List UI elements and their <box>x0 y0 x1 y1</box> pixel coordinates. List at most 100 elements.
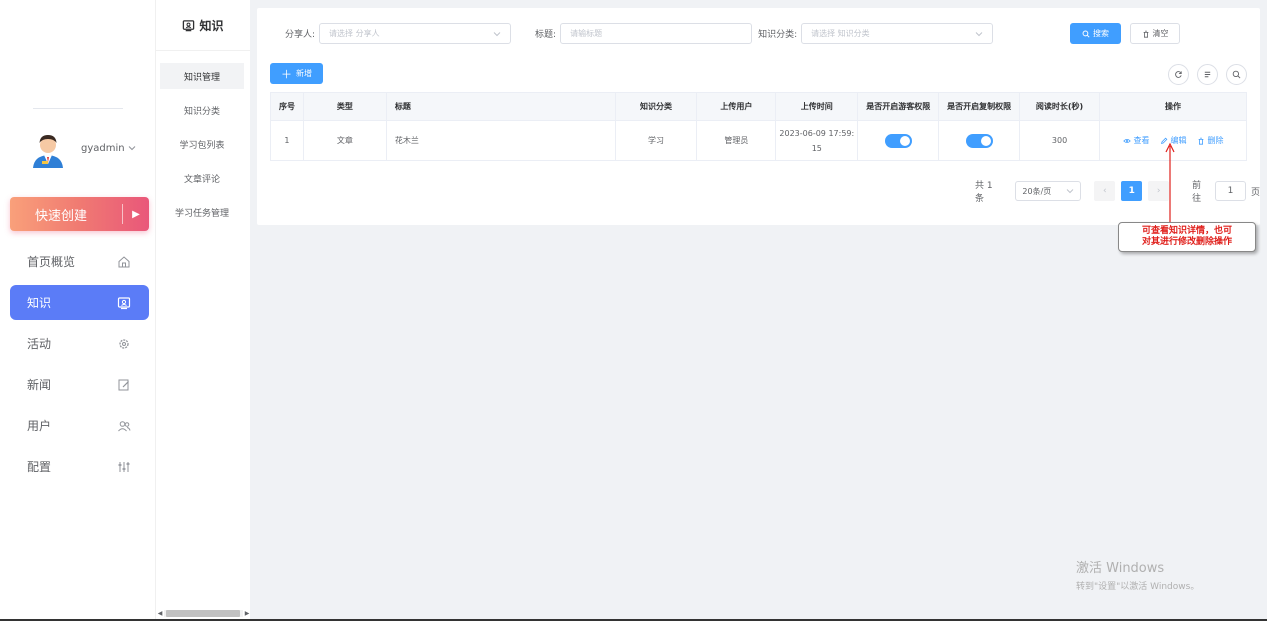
page-number-button[interactable]: 1 <box>1121 181 1143 201</box>
nav-item-home[interactable]: 首页概览 <box>10 244 149 279</box>
sidebar: gyadmin 快速创建 ▶ 首页概览 知识 活动 新闻 用户 配置 <box>0 0 155 621</box>
header-upload-time: 上传时间 <box>775 92 859 121</box>
header-category: 知识分类 <box>614 92 698 121</box>
title-input[interactable]: 请输标题 <box>560 23 753 44</box>
nav-item-label: 用户 <box>27 419 52 433</box>
filter-row: 分享人: 请选择 分享人 标题: 请输标题 知识分类: 请选择 知识分类 <box>285 23 994 44</box>
view-link-label: 查看 <box>1133 136 1150 145</box>
knowledge-table: 序号 类型 标题 知识分类 上传用户 上传时间 是否开启游客权限 是否开启复制权… <box>270 92 1247 161</box>
chevron-down-icon <box>975 31 983 36</box>
main-panel: 分享人: 请选择 分享人 标题: 请输标题 知识分类: 请选择 知识分类 搜索 … <box>257 8 1260 225</box>
add-button[interactable]: ＋ 新增 <box>270 63 323 84</box>
nav-item-label: 活动 <box>27 337 52 351</box>
refresh-button[interactable] <box>1168 64 1189 85</box>
view-link[interactable]: 查看 <box>1122 133 1150 148</box>
table-tools <box>1168 64 1247 85</box>
horizontal-scrollbar[interactable]: ◀ ▶ <box>156 609 251 618</box>
submenu-item-article-comments[interactable]: 文章评论 <box>160 165 244 191</box>
sharer-select[interactable]: 请选择 分享人 <box>319 23 512 44</box>
search-icon <box>1082 30 1090 38</box>
nav-item-activity[interactable]: 活动 <box>10 326 149 361</box>
main-nav: 首页概览 知识 活动 新闻 用户 配置 <box>10 244 149 490</box>
nav-item-config[interactable]: 配置 <box>10 449 149 484</box>
quick-create-label: 快速创建 <box>34 208 87 224</box>
clear-button[interactable]: 清空 <box>1130 23 1180 44</box>
nav-item-knowledge[interactable]: 知识 <box>10 285 149 320</box>
search-icon <box>1232 70 1241 79</box>
cell-type: 文章 <box>302 120 387 161</box>
submenu-item-package-list[interactable]: 学习包列表 <box>160 131 244 157</box>
title-placeholder: 请输标题 <box>570 29 603 38</box>
annotation-line2: 对其进行修改删除操作 <box>1141 237 1232 247</box>
upload-time-line2: 15 <box>811 143 822 153</box>
annotation-callout: 可查看知识详情，也可 对其进行修改删除操作 <box>1118 222 1256 252</box>
columns-icon <box>1204 71 1211 78</box>
cell-read-duration: 300 <box>1019 120 1101 161</box>
delete-link[interactable]: 删除 <box>1197 133 1224 148</box>
guest-permission-toggle[interactable] <box>884 133 912 148</box>
refresh-icon <box>1175 71 1182 78</box>
nav-item-news[interactable]: 新闻 <box>10 367 149 402</box>
cell-category: 学习 <box>614 120 698 161</box>
goto-label: 前往 <box>1192 181 1202 204</box>
search-button[interactable]: 搜索 <box>1070 23 1121 44</box>
nav-item-label: 首页概览 <box>27 255 76 269</box>
submenu-item-task-manage[interactable]: 学习任务管理 <box>160 199 244 225</box>
submenu: 知识 知识管理 知识分类 学习包列表 文章评论 学习任务管理 ◀ ▶ <box>155 0 250 621</box>
watermark-line1: 激活 Windows <box>1076 561 1165 576</box>
windows-watermark: 激活 Windows 转到"设置"以激活 Windows。 <box>1076 557 1199 592</box>
chevron-down-icon <box>1066 189 1074 194</box>
add-button-label: 新增 <box>296 69 312 78</box>
header-uploader: 上传用户 <box>696 92 777 121</box>
table-row: 1 文章 花木兰 学习 管理员 2023-06-09 17:59: 15 300… <box>270 120 1247 161</box>
avatar <box>28 128 68 168</box>
username-dropdown[interactable]: gyadmin <box>81 143 136 154</box>
users-icon <box>118 420 131 431</box>
quick-create-button[interactable]: 快速创建 ▶ <box>10 197 149 231</box>
submenu-item-knowledge-category[interactable]: 知识分类 <box>160 97 244 123</box>
header-title: 标题 <box>385 92 616 121</box>
page-jumper: 前往 1 页 <box>1192 178 1260 204</box>
knowledge-icon <box>183 19 195 31</box>
page-size-value: 20条/页 <box>1022 186 1052 196</box>
submenu-title-text: 知识 <box>199 18 224 33</box>
cell-upload-time: 2023-06-09 17:59: 15 <box>775 120 859 161</box>
sidebar-divider <box>33 108 123 109</box>
goto-page-input[interactable]: 1 <box>1215 181 1246 201</box>
eye-icon <box>1122 138 1131 143</box>
copy-permission-toggle[interactable] <box>965 133 993 148</box>
sharer-placeholder: 请选择 分享人 <box>329 29 380 38</box>
submenu-item-knowledge-manage[interactable]: 知识管理 <box>160 63 244 89</box>
annotation-arrow <box>1165 142 1175 222</box>
category-select[interactable]: 请选择 知识分类 <box>801 23 994 44</box>
sliders-icon <box>118 461 130 472</box>
header-type: 类型 <box>302 92 387 121</box>
upload-time-line1: 2023-06-09 17:59: <box>779 128 855 138</box>
header-index: 序号 <box>270 92 304 121</box>
cell-index: 1 <box>270 120 304 161</box>
scrollbar-thumb[interactable] <box>166 610 240 617</box>
prev-page-button[interactable]: ‹ <box>1094 181 1116 201</box>
category-placeholder: 请选择 知识分类 <box>811 29 870 38</box>
nav-item-users[interactable]: 用户 <box>10 408 149 443</box>
category-label: 知识分类: <box>758 30 798 40</box>
toggle-search-button[interactable] <box>1226 64 1247 85</box>
trash-icon <box>1143 30 1148 38</box>
columns-button[interactable] <box>1197 64 1218 85</box>
title-label: 标题: <box>535 30 557 40</box>
scrollbar-track[interactable] <box>164 610 243 617</box>
nav-item-label: 配置 <box>27 460 52 474</box>
table-header-row: 序号 类型 标题 知识分类 上传用户 上传时间 是否开启游客权限 是否开启复制权… <box>270 92 1247 121</box>
scroll-left-icon[interactable]: ◀ <box>156 610 164 617</box>
annotation-line1: 可查看知识详情，也可 <box>1141 226 1232 236</box>
cell-uploader: 管理员 <box>696 120 777 161</box>
pagination-total: 共 1 条 <box>975 181 993 204</box>
nav-item-label: 知识 <box>27 296 52 310</box>
trash-icon <box>1198 137 1203 145</box>
cell-copy-permission <box>938 120 1021 161</box>
scroll-right-icon[interactable]: ▶ <box>243 610 251 617</box>
knowledge-icon <box>117 296 131 309</box>
user-profile[interactable]: gyadmin <box>28 128 136 168</box>
page-size-select[interactable]: 20条/页 <box>1015 181 1082 201</box>
pagination: 共 1 条 20条/页 ‹ 1 › 前往 1 页 <box>975 178 1260 204</box>
